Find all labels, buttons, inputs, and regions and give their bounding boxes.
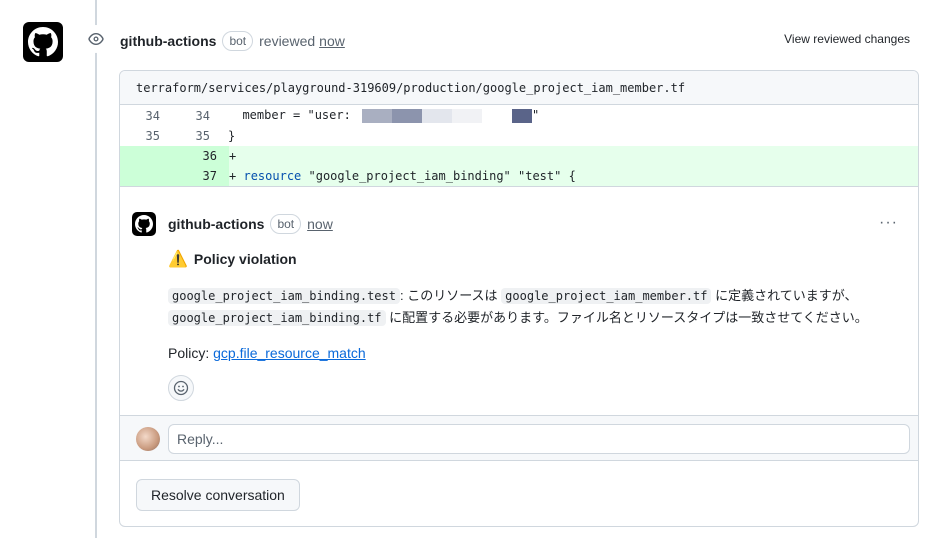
comment-author[interactable]: github-actions [168, 216, 264, 232]
diff-line: 34 34 member = "user: " [120, 105, 918, 126]
old-line-number[interactable]: 34 [120, 109, 160, 123]
diff-line-added: 36 + [120, 146, 918, 166]
code-content: } [228, 129, 236, 143]
github-logo-icon [135, 215, 153, 233]
old-line-number[interactable]: 35 [120, 129, 160, 143]
new-line-number[interactable]: 35 [160, 129, 210, 143]
file-path[interactable]: terraform/services/playground-319609/pro… [120, 71, 918, 105]
view-reviewed-changes-button[interactable]: View reviewed changes [784, 32, 910, 46]
review-header: github-actions bot reviewed now [120, 30, 345, 52]
code-content: + resource "google_project_iam_binding" … [229, 169, 576, 183]
code-content: + [229, 149, 237, 163]
comment-options-menu[interactable]: ··· [879, 214, 898, 232]
timeline-line [95, 0, 97, 538]
bot-badge: bot [222, 31, 254, 51]
review-author[interactable]: github-actions [120, 33, 216, 49]
review-action: reviewed [259, 33, 316, 49]
comment-time-link[interactable]: now [307, 216, 333, 232]
reply-input[interactable]: Reply... [168, 424, 910, 454]
violation-message: google_project_iam_binding.test: このリソースは… [168, 285, 868, 329]
resolve-conversation-button[interactable]: Resolve conversation [136, 479, 300, 511]
add-reaction-button[interactable] [168, 375, 194, 401]
violation-title: ⚠️ Policy violation [168, 249, 297, 269]
eye-icon [88, 33, 104, 45]
github-logo-icon [28, 27, 58, 57]
review-time-link[interactable]: now [319, 33, 345, 49]
github-actions-avatar[interactable] [23, 22, 63, 62]
inline-code: google_project_iam_member.tf [501, 288, 712, 304]
reviewed-badge [82, 25, 110, 53]
inline-code: google_project_iam_binding.tf [168, 310, 386, 326]
smiley-icon [173, 380, 189, 396]
diff-line: 35 35 } [120, 126, 918, 146]
violation-title-text: Policy violation [193, 251, 297, 267]
warning-icon: ⚠️ [168, 251, 188, 268]
inline-code: google_project_iam_binding.test [168, 288, 400, 304]
policy-link[interactable]: gcp.file_resource_match [213, 345, 366, 361]
user-avatar[interactable] [136, 427, 160, 451]
review-thread: terraform/services/playground-319609/pro… [119, 70, 919, 527]
comment-header: github-actions bot now [168, 214, 333, 234]
policy-line: Policy: gcp.file_resource_match [168, 345, 366, 361]
code-content: member = "user: " [228, 108, 540, 123]
new-line-number[interactable]: 34 [160, 109, 210, 123]
review-comment: github-actions bot now ··· ⚠️ Policy vio… [120, 186, 918, 415]
reply-row: Reply... [120, 415, 918, 461]
policy-label: Policy: [168, 345, 210, 361]
new-line-number[interactable]: 37 [120, 166, 229, 186]
bot-badge: bot [270, 214, 302, 234]
diff-line-added: 37 + resource "google_project_iam_bindin… [120, 166, 918, 186]
comment-avatar[interactable] [132, 212, 156, 236]
new-line-number[interactable]: 36 [120, 146, 229, 166]
